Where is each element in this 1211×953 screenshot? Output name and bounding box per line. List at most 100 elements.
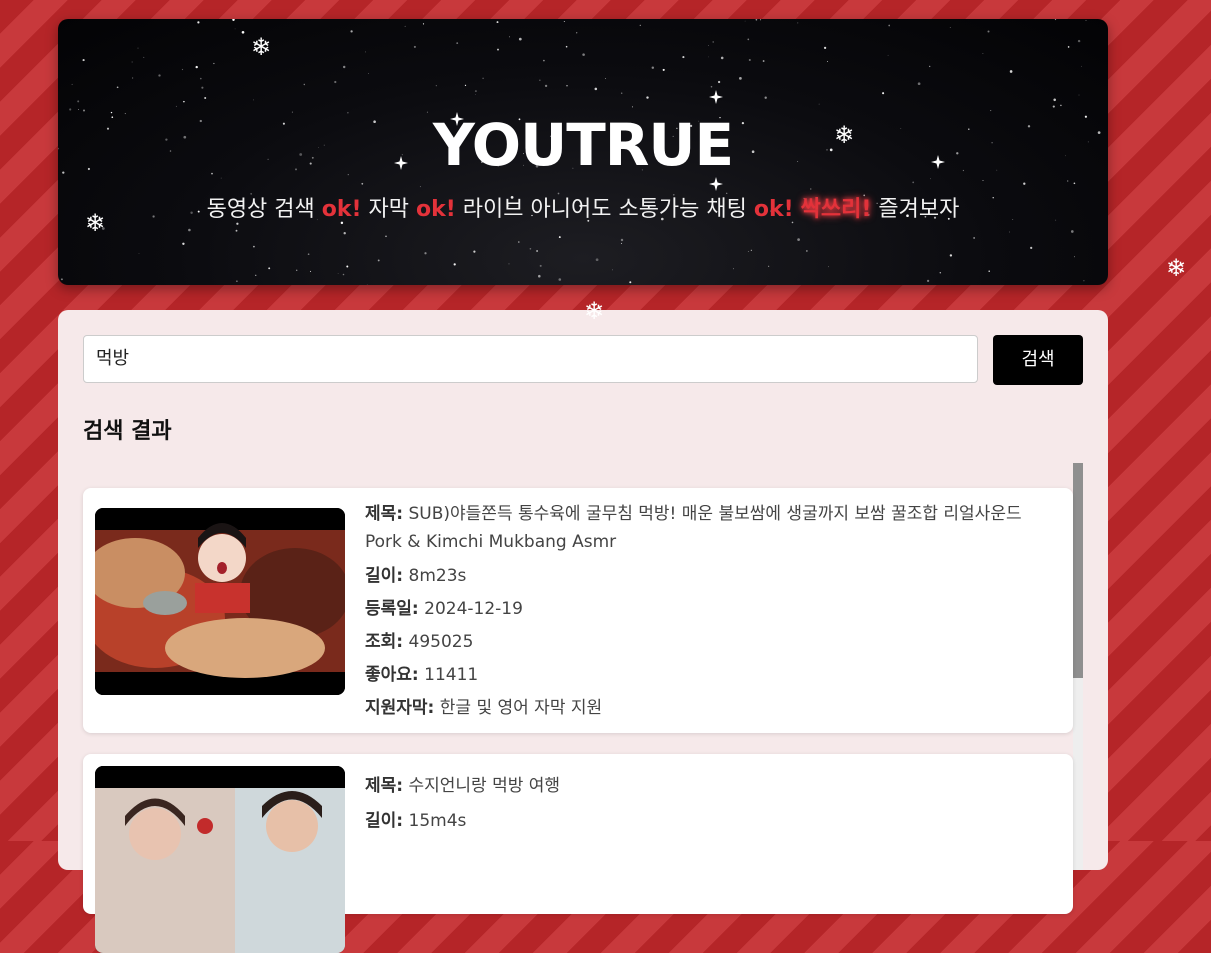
video-length-row: 길이: 15m4s (365, 805, 1051, 838)
results-scrollbar[interactable] (1073, 463, 1083, 870)
star (309, 270, 312, 272)
star (346, 265, 349, 268)
site-title: YOUTRUE (432, 111, 734, 179)
tagline-highlight: 싹쓰리! (800, 197, 872, 222)
star (367, 73, 369, 74)
star (806, 250, 808, 252)
star (236, 222, 239, 225)
star (71, 83, 73, 85)
star (629, 281, 632, 284)
star (255, 274, 257, 276)
star (497, 48, 499, 51)
star (413, 45, 416, 48)
star (1077, 39, 1081, 43)
video-length-row: 길이: 8m23s (365, 560, 1051, 593)
star (1009, 231, 1010, 233)
star (365, 51, 367, 53)
video-title-row: 제목: SUB)야들쫀득 통수육에 굴무침 먹방! 매운 불보쌈에 생굴까지 보… (365, 500, 1051, 556)
star (175, 105, 177, 107)
field-label: 길이: (365, 566, 404, 586)
star (234, 28, 236, 30)
star (929, 65, 931, 68)
star (712, 41, 714, 43)
star (474, 90, 477, 93)
star (887, 54, 889, 56)
star (744, 20, 746, 22)
star (188, 228, 191, 232)
thumbnail-image (95, 766, 345, 953)
result-card[interactable]: 제목: 수지언니랑 먹방 여행 길이: 15m4s (83, 754, 1073, 953)
field-label: 지원자막: (365, 698, 435, 718)
star (739, 77, 742, 80)
star (708, 56, 709, 58)
star (183, 100, 185, 103)
star (912, 181, 915, 184)
star (926, 279, 930, 283)
scrollbar-thumb[interactable] (1073, 463, 1083, 678)
star (453, 263, 456, 266)
star (949, 26, 951, 28)
tagline-ok: ok! (321, 197, 362, 222)
field-label: 길이: (365, 811, 404, 831)
star (987, 30, 990, 33)
star (1053, 98, 1056, 102)
star (361, 182, 364, 185)
field-label: 좋아요: (365, 665, 419, 685)
star (762, 60, 765, 62)
star (595, 258, 599, 262)
star (747, 38, 750, 41)
video-likes: 11411 (424, 665, 479, 685)
star (563, 21, 565, 22)
star (377, 259, 380, 262)
star (496, 21, 499, 24)
star (200, 77, 202, 80)
star (620, 238, 624, 242)
star (60, 278, 63, 281)
video-thumbnail[interactable] (95, 766, 345, 953)
star (621, 92, 623, 94)
star (138, 253, 140, 254)
star (539, 79, 541, 81)
star (404, 25, 406, 27)
star (342, 273, 345, 276)
star (529, 248, 532, 250)
tagline-ok: ok! (416, 197, 456, 222)
star (334, 80, 337, 84)
tagline-text: 즐겨보자 (871, 197, 960, 222)
star (543, 59, 545, 62)
star (204, 96, 207, 100)
video-info: 제목: SUB)야들쫀득 통수육에 굴무침 먹방! 매운 불보쌈에 생굴까지 보… (365, 500, 1051, 725)
star (518, 241, 520, 243)
star (464, 84, 467, 87)
search-panel: 먹방 검색 검색 결과 제목: SUB)야들쫀득 통수육에 굴무침 먹방! 매운… (58, 310, 1108, 953)
star (201, 86, 204, 89)
snowflake-icon: ❄ (251, 33, 272, 61)
search-input[interactable]: 먹방 (83, 335, 978, 383)
star (750, 249, 752, 251)
star (241, 30, 245, 34)
star (1083, 280, 1085, 282)
hero-banner: YOUTRUE 동영상 검색 ok! 자막 ok! 라이브 아니어도 소통가능 … (58, 19, 1108, 285)
video-thumbnail[interactable] (95, 508, 345, 695)
star (303, 83, 306, 86)
star (253, 99, 255, 101)
star (748, 58, 751, 62)
star (1073, 256, 1076, 258)
star (1023, 182, 1026, 185)
result-card[interactable]: 제목: SUB)야들쫀득 통수육에 굴무침 먹방! 매운 불보쌈에 생굴까지 보… (83, 488, 1073, 733)
star (456, 42, 459, 44)
star (508, 263, 510, 265)
video-subtitles-row: 지원자막: 한글 및 영어 자막 지원 (365, 692, 1051, 725)
star (1067, 46, 1070, 48)
video-subtitles: 한글 및 영어 자막 지원 (439, 698, 603, 718)
field-label: 조회: (365, 632, 404, 652)
star (558, 278, 562, 281)
star (536, 250, 539, 252)
search-button[interactable]: 검색 (993, 335, 1083, 385)
star (717, 80, 721, 84)
star (755, 19, 758, 21)
video-title-row: 제목: 수지언니랑 먹방 여행 (365, 770, 1051, 803)
tagline-text: 자막 (361, 197, 417, 222)
star (419, 186, 421, 188)
star (797, 22, 799, 24)
